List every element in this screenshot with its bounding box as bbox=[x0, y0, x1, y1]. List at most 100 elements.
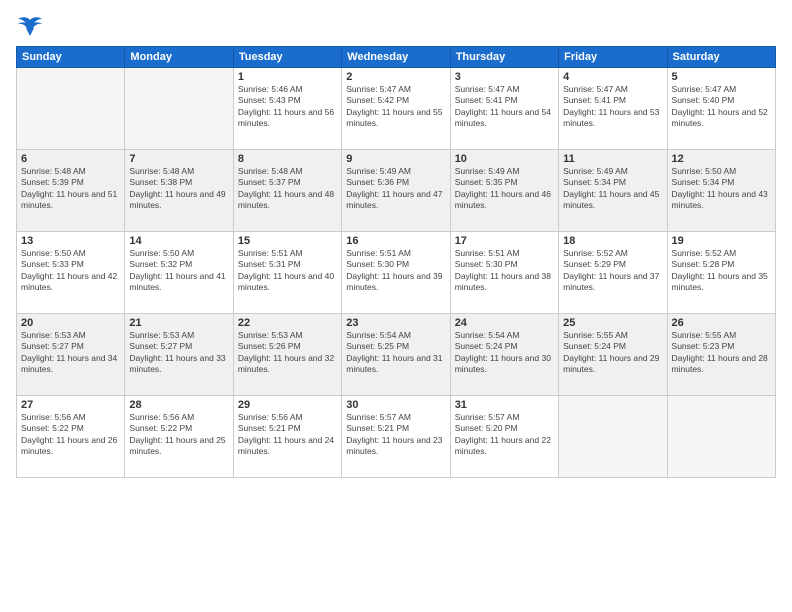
daylight-text: Daylight: 11 hours and 34 minutes. bbox=[21, 353, 117, 374]
daylight-text: Daylight: 11 hours and 53 minutes. bbox=[563, 107, 659, 128]
sunset-text: Sunset: 5:24 PM bbox=[455, 341, 518, 351]
sunrise-text: Sunrise: 5:56 AM bbox=[129, 412, 194, 422]
day-number: 10 bbox=[455, 153, 554, 165]
calendar-cell: 12Sunrise: 5:50 AMSunset: 5:34 PMDayligh… bbox=[667, 150, 775, 232]
day-info: Sunrise: 5:53 AMSunset: 5:26 PM Daylight:… bbox=[238, 330, 337, 376]
calendar-week-row-2: 6Sunrise: 5:48 AMSunset: 5:39 PMDaylight… bbox=[17, 150, 776, 232]
sunset-text: Sunset: 5:41 PM bbox=[563, 95, 626, 105]
sunrise-text: Sunrise: 5:48 AM bbox=[238, 166, 303, 176]
calendar-cell: 17Sunrise: 5:51 AMSunset: 5:30 PMDayligh… bbox=[450, 232, 558, 314]
sunrise-text: Sunrise: 5:51 AM bbox=[455, 248, 520, 258]
day-number: 7 bbox=[129, 153, 228, 165]
weekday-header-monday: Monday bbox=[125, 47, 233, 68]
day-info: Sunrise: 5:47 AMSunset: 5:41 PMDaylight:… bbox=[455, 84, 554, 130]
sunset-text: Sunset: 5:25 PM bbox=[346, 341, 409, 351]
day-info: Sunrise: 5:47 AMSunset: 5:40 PMDaylight:… bbox=[672, 84, 771, 130]
sunset-text: Sunset: 5:34 PM bbox=[563, 177, 626, 187]
sunset-text: Sunset: 5:21 PM bbox=[346, 423, 409, 433]
sunset-text: Sunset: 5:33 PM bbox=[21, 259, 84, 269]
calendar-cell: 20Sunrise: 5:53 AMSunset: 5:27 PMDayligh… bbox=[17, 314, 125, 396]
sunrise-text: Sunrise: 5:53 AM bbox=[238, 330, 303, 340]
daylight-text: Daylight: 11 hours and 52 minutes. bbox=[672, 107, 768, 128]
calendar-cell: 30Sunrise: 5:57 AMSunset: 5:21 PMDayligh… bbox=[342, 396, 450, 478]
calendar-cell: 8Sunrise: 5:48 AMSunset: 5:37 PM Daylight… bbox=[233, 150, 341, 232]
day-number: 9 bbox=[346, 153, 445, 165]
sunrise-text: Sunrise: 5:48 AM bbox=[21, 166, 86, 176]
calendar-cell: 27Sunrise: 5:56 AMSunset: 5:22 PMDayligh… bbox=[17, 396, 125, 478]
sunset-text: Sunset: 5:30 PM bbox=[455, 259, 518, 269]
day-number: 8 bbox=[238, 153, 337, 165]
day-number: 6 bbox=[21, 153, 120, 165]
calendar-cell: 1Sunrise: 5:46 AMSunset: 5:43 PMDaylight… bbox=[233, 68, 341, 150]
sunset-text: Sunset: 5:35 PM bbox=[455, 177, 518, 187]
calendar-week-row-4: 20Sunrise: 5:53 AMSunset: 5:27 PMDayligh… bbox=[17, 314, 776, 396]
sunrise-text: Sunrise: 5:53 AM bbox=[129, 330, 194, 340]
calendar-cell: 28Sunrise: 5:56 AMSunset: 5:22 PMDayligh… bbox=[125, 396, 233, 478]
calendar-cell: 4Sunrise: 5:47 AMSunset: 5:41 PMDaylight… bbox=[559, 68, 667, 150]
day-info: Sunrise: 5:53 AMSunset: 5:27 PMDaylight:… bbox=[21, 330, 120, 376]
day-number: 2 bbox=[346, 71, 445, 83]
day-number: 25 bbox=[563, 317, 662, 329]
daylight-text: Daylight: 11 hours and 30 minutes. bbox=[455, 353, 551, 374]
sunset-text: Sunset: 5:28 PM bbox=[672, 259, 735, 269]
day-number: 27 bbox=[21, 399, 120, 411]
calendar-cell: 14Sunrise: 5:50 AMSunset: 5:32 PMDayligh… bbox=[125, 232, 233, 314]
sunrise-text: Sunrise: 5:48 AM bbox=[129, 166, 194, 176]
calendar-cell: 9Sunrise: 5:49 AMSunset: 5:36 PMDaylight… bbox=[342, 150, 450, 232]
sunset-text: Sunset: 5:21 PM bbox=[238, 423, 301, 433]
sunrise-text: Sunrise: 5:55 AM bbox=[563, 330, 628, 340]
day-info: Sunrise: 5:50 AMSunset: 5:34 PMDaylight:… bbox=[672, 166, 771, 212]
day-number: 16 bbox=[346, 235, 445, 247]
daylight-text: Daylight: 11 hours and 48 minutes. bbox=[238, 189, 334, 210]
day-info: Sunrise: 5:49 AMSunset: 5:36 PMDaylight:… bbox=[346, 166, 445, 212]
calendar-cell: 16Sunrise: 5:51 AMSunset: 5:30 PMDayligh… bbox=[342, 232, 450, 314]
sunrise-text: Sunrise: 5:57 AM bbox=[346, 412, 411, 422]
day-number: 28 bbox=[129, 399, 228, 411]
day-info: Sunrise: 5:47 AMSunset: 5:42 PMDaylight:… bbox=[346, 84, 445, 130]
sunset-text: Sunset: 5:26 PM bbox=[238, 341, 301, 351]
sunset-text: Sunset: 5:37 PM bbox=[238, 177, 301, 187]
day-info: Sunrise: 5:49 AMSunset: 5:35 PMDaylight:… bbox=[455, 166, 554, 212]
daylight-text: Daylight: 11 hours and 49 minutes. bbox=[129, 189, 225, 210]
daylight-text: Daylight: 11 hours and 29 minutes. bbox=[563, 353, 659, 374]
calendar-cell: 26Sunrise: 5:55 AMSunset: 5:23 PMDayligh… bbox=[667, 314, 775, 396]
day-info: Sunrise: 5:51 AMSunset: 5:30 PMDaylight:… bbox=[455, 248, 554, 294]
daylight-text: Daylight: 11 hours and 35 minutes. bbox=[672, 271, 768, 292]
day-info: Sunrise: 5:48 AMSunset: 5:39 PMDaylight:… bbox=[21, 166, 120, 212]
daylight-text: Daylight: 11 hours and 55 minutes. bbox=[346, 107, 442, 128]
day-number: 3 bbox=[455, 71, 554, 83]
daylight-text: Daylight: 11 hours and 37 minutes. bbox=[563, 271, 659, 292]
daylight-text: Daylight: 11 hours and 25 minutes. bbox=[129, 435, 225, 456]
sunset-text: Sunset: 5:20 PM bbox=[455, 423, 518, 433]
day-number: 19 bbox=[672, 235, 771, 247]
day-info: Sunrise: 5:52 AMSunset: 5:29 PMDaylight:… bbox=[563, 248, 662, 294]
daylight-text: Daylight: 11 hours and 56 minutes. bbox=[238, 107, 334, 128]
day-info: Sunrise: 5:47 AMSunset: 5:41 PMDaylight:… bbox=[563, 84, 662, 130]
sunrise-text: Sunrise: 5:49 AM bbox=[346, 166, 411, 176]
calendar-cell bbox=[17, 68, 125, 150]
day-number: 1 bbox=[238, 71, 337, 83]
day-number: 14 bbox=[129, 235, 228, 247]
daylight-text: Daylight: 11 hours and 32 minutes. bbox=[238, 353, 334, 374]
daylight-text: Daylight: 11 hours and 22 minutes. bbox=[455, 435, 551, 456]
day-number: 31 bbox=[455, 399, 554, 411]
daylight-text: Daylight: 11 hours and 43 minutes. bbox=[672, 189, 768, 210]
daylight-text: Daylight: 11 hours and 40 minutes. bbox=[238, 271, 334, 292]
calendar-cell: 6Sunrise: 5:48 AMSunset: 5:39 PMDaylight… bbox=[17, 150, 125, 232]
day-info: Sunrise: 5:54 AMSunset: 5:24 PMDaylight:… bbox=[455, 330, 554, 376]
calendar-week-row-5: 27Sunrise: 5:56 AMSunset: 5:22 PMDayligh… bbox=[17, 396, 776, 478]
calendar-cell: 24Sunrise: 5:54 AMSunset: 5:24 PMDayligh… bbox=[450, 314, 558, 396]
day-number: 17 bbox=[455, 235, 554, 247]
day-info: Sunrise: 5:46 AMSunset: 5:43 PMDaylight:… bbox=[238, 84, 337, 130]
calendar-cell bbox=[667, 396, 775, 478]
day-info: Sunrise: 5:52 AMSunset: 5:28 PMDaylight:… bbox=[672, 248, 771, 294]
calendar-cell: 25Sunrise: 5:55 AMSunset: 5:24 PMDayligh… bbox=[559, 314, 667, 396]
day-info: Sunrise: 5:55 AMSunset: 5:24 PMDaylight:… bbox=[563, 330, 662, 376]
calendar-cell: 19Sunrise: 5:52 AMSunset: 5:28 PMDayligh… bbox=[667, 232, 775, 314]
sunset-text: Sunset: 5:27 PM bbox=[129, 341, 192, 351]
daylight-text: Daylight: 11 hours and 54 minutes. bbox=[455, 107, 551, 128]
daylight-text: Daylight: 11 hours and 47 minutes. bbox=[346, 189, 442, 210]
day-number: 11 bbox=[563, 153, 662, 165]
daylight-text: Daylight: 11 hours and 45 minutes. bbox=[563, 189, 659, 210]
day-number: 15 bbox=[238, 235, 337, 247]
